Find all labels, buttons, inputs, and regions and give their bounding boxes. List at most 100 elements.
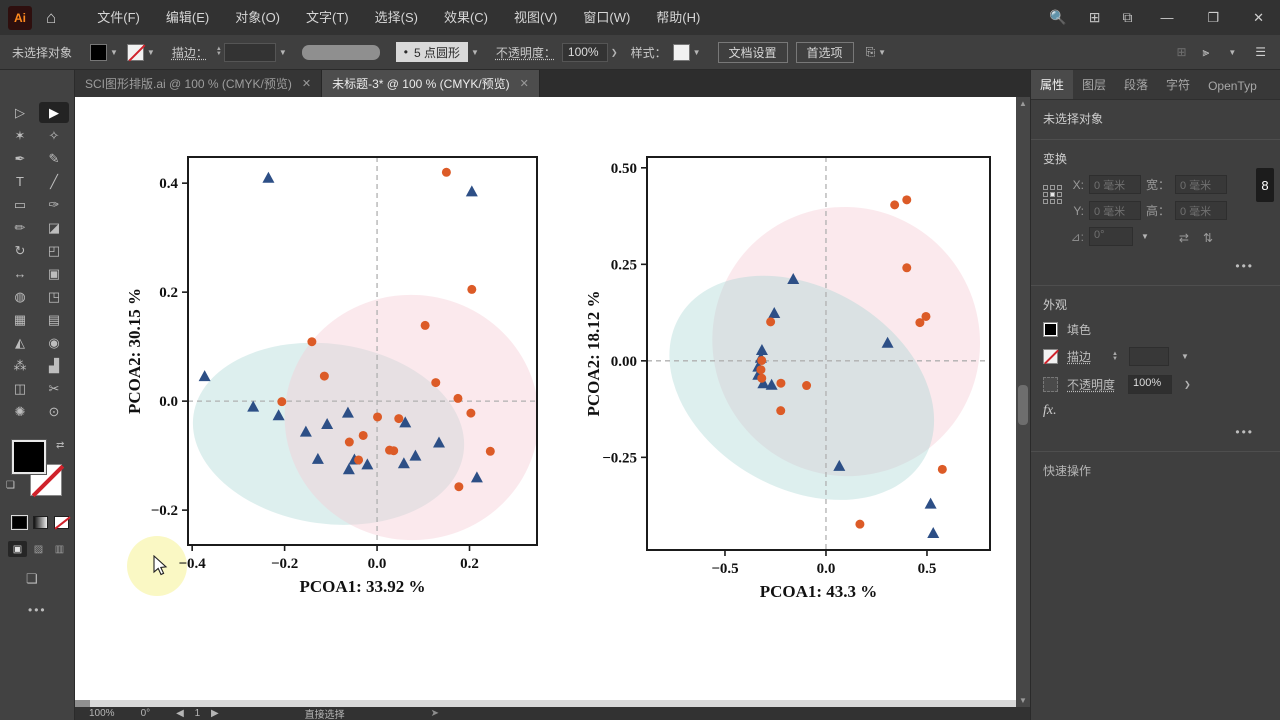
tab-close-icon[interactable]: ✕ [520,77,529,90]
rectangle-tool-icon[interactable]: ▭ [5,194,35,215]
direct-selection-tool-icon[interactable]: ▶ [39,102,69,123]
panel-tab-属性[interactable]: 属性 [1031,70,1074,99]
magic-wand-tool-icon[interactable]: ✶ [5,125,35,146]
edit-toolbar-icon[interactable]: ••• [28,603,74,617]
stroke-swatch[interactable] [126,43,146,61]
shaper-tool-icon[interactable]: ✏ [5,217,35,238]
width-field[interactable]: 0 毫米 [1175,175,1227,194]
artboard-canvas[interactable]: −0.4 −0.2 0.0 0.2 0.4 0.2 0.0 −0.2 PCOA1: 33.92 … [75,97,1016,707]
tab-close-icon[interactable]: ✕ [302,77,311,90]
brush-definition-select[interactable]: • 5 点圆形 [395,42,468,62]
workspace-switcher-icon[interactable]: ⫸ [1203,45,1210,60]
draw-mode-1[interactable]: ▨ [29,541,48,557]
paintbrush-tool-icon[interactable]: ✑ [39,194,69,215]
arrange-documents-icon[interactable]: ⊞ [1089,9,1101,26]
appearance-opacity-field[interactable]: 100% [1128,375,1173,394]
shape-builder-tool-icon[interactable]: ◍ [5,286,35,307]
appearance-stroke-stepper[interactable]: ▲ ▼ [1112,351,1118,362]
isolate-selection-icon[interactable]: ⎘ [866,45,876,60]
angle-dropdown-icon[interactable]: ▼ [1141,232,1149,241]
draw-mode-0[interactable]: ▣ [8,541,27,557]
flip-horizontal-icon[interactable]: ⇄ [1179,231,1189,245]
menu-item-1[interactable]: 编辑(E) [153,0,222,35]
isolate-dropdown-icon[interactable]: ▼ [878,48,886,57]
fill-swatch[interactable] [90,43,107,61]
pen-tool-icon[interactable]: ✒ [5,148,35,169]
default-fill-stroke-icon[interactable]: ❏ [6,480,15,491]
stroke-weight-field[interactable] [223,42,276,62]
brush-dropdown-icon[interactable]: ▼ [471,48,479,57]
share-screen-icon[interactable]: ⧉ [1122,9,1132,26]
document-tab-0[interactable]: SCI图形排版.ai @ 100 % (CMYK/预览) ✕ [75,70,323,97]
appearance-opacity-label[interactable]: 不透明度 [1067,376,1115,393]
gradient-button[interactable] [33,516,48,529]
home-icon[interactable]: ⌂ [46,8,56,28]
stroke-weight-dropdown-icon[interactable]: ▼ [279,48,287,57]
hand-tool-icon[interactable]: ✺ [5,401,35,422]
horizontal-scrollbar[interactable] [75,700,1016,707]
mesh-tool-icon[interactable]: ▦ [5,309,35,330]
selection-tool-icon[interactable]: ▷ [5,102,35,123]
document-setup-button[interactable]: 文档设置 [717,41,788,63]
appearance-stroke-label[interactable]: 描边 [1067,348,1091,365]
slice-tool-icon[interactable]: ✂ [39,378,69,399]
stroke-stepper[interactable]: ▲ ▼ [216,46,222,57]
stroke-dropdown-icon[interactable]: ▼ [147,48,155,57]
appearance-stroke-swatch[interactable] [1043,349,1059,365]
artboard-tool-icon[interactable]: ◫ [5,378,35,399]
appearance-opacity-expand-icon[interactable]: ❯ [1184,380,1191,389]
nav-prev-icon[interactable]: ◀ [176,708,184,719]
style-dropdown-icon[interactable]: ▼ [693,48,701,57]
menu-item-0[interactable]: 文件(F) [84,0,153,35]
pcoa-plot-left[interactable]: −0.4 −0.2 0.0 0.2 0.4 0.2 0.0 −0.2 PCOA1: 33.92 … [113,142,577,625]
type-tool-icon[interactable]: T [5,171,35,192]
vertical-scrollbar[interactable]: ▲ ▼ [1016,97,1030,707]
fx-button[interactable]: fx. [1043,403,1268,419]
curvature-tool-icon[interactable]: ✎ [39,148,69,169]
appearance-fill-swatch[interactable] [1043,322,1058,337]
scrollbar-thumb[interactable] [1018,385,1028,425]
nav-next-icon[interactable]: ▶ [211,708,219,719]
menu-item-8[interactable]: 帮助(H) [643,0,713,35]
preferences-button[interactable]: 首选项 [795,41,854,63]
width-tool-icon[interactable]: ↔ [5,263,35,284]
opacity-field[interactable]: 100% [561,42,608,62]
appearance-fill-label[interactable]: 填色 [1067,321,1091,338]
menu-item-5[interactable]: 效果(C) [431,0,501,35]
angle-field[interactable]: 0° [1089,227,1133,246]
menu-item-2[interactable]: 对象(O) [222,0,293,35]
scroll-down-icon[interactable]: ▼ [1016,696,1030,705]
appearance-more-options[interactable]: ••• [1043,419,1268,439]
none-button[interactable] [54,516,71,530]
menu-item-7[interactable]: 窗口(W) [570,0,643,35]
panel-list-icon[interactable]: ☰ [1255,45,1266,59]
draw-mode-2[interactable]: ▥ [50,541,69,557]
eyedropper-tool-icon[interactable]: ◭ [5,332,35,353]
y-field[interactable]: 0 毫米 [1089,201,1141,220]
panel-tab-字符[interactable]: 字符 [1157,70,1199,99]
panel-tab-段落[interactable]: 段落 [1115,70,1157,99]
lasso-tool-icon[interactable]: ✧ [39,125,69,146]
zoom-level-field[interactable]: 100% [89,708,115,719]
workspace-dropdown-icon[interactable]: ▼ [1228,48,1236,57]
menu-item-3[interactable]: 文字(T) [293,0,362,35]
document-tab-1[interactable]: 未标题-3* @ 100 % (CMYK/预览) ✕ [322,70,540,97]
brush-preview[interactable] [301,44,380,60]
swap-fill-stroke-icon[interactable]: ⇄ [56,440,64,451]
gradient-tool-icon[interactable]: ▤ [39,309,69,330]
scroll-up-icon[interactable]: ▲ [1016,99,1030,108]
minimize-button[interactable]: — [1154,10,1179,25]
panel-tab-OpenTyp[interactable]: OpenTyp [1199,73,1266,99]
opacity-expand-icon[interactable]: ❯ [611,48,618,57]
appearance-stroke-field[interactable] [1128,347,1169,366]
restore-button[interactable]: ❐ [1201,10,1225,26]
flip-vertical-icon[interactable]: ⇅ [1203,231,1213,245]
zoom-tool-icon[interactable]: ⊙ [39,401,69,422]
artboard-nav[interactable]: ◀ 1 ▶ [176,708,219,719]
perspective-grid-tool-icon[interactable]: ◳ [39,286,69,307]
style-swatch[interactable] [672,43,690,61]
stroke-weight-label[interactable]: 描边： [172,44,208,61]
menu-item-6[interactable]: 视图(V) [501,0,570,35]
grid-snap-icon[interactable]: ⊞ [1176,45,1186,59]
x-field[interactable]: 0 毫米 [1089,175,1141,194]
